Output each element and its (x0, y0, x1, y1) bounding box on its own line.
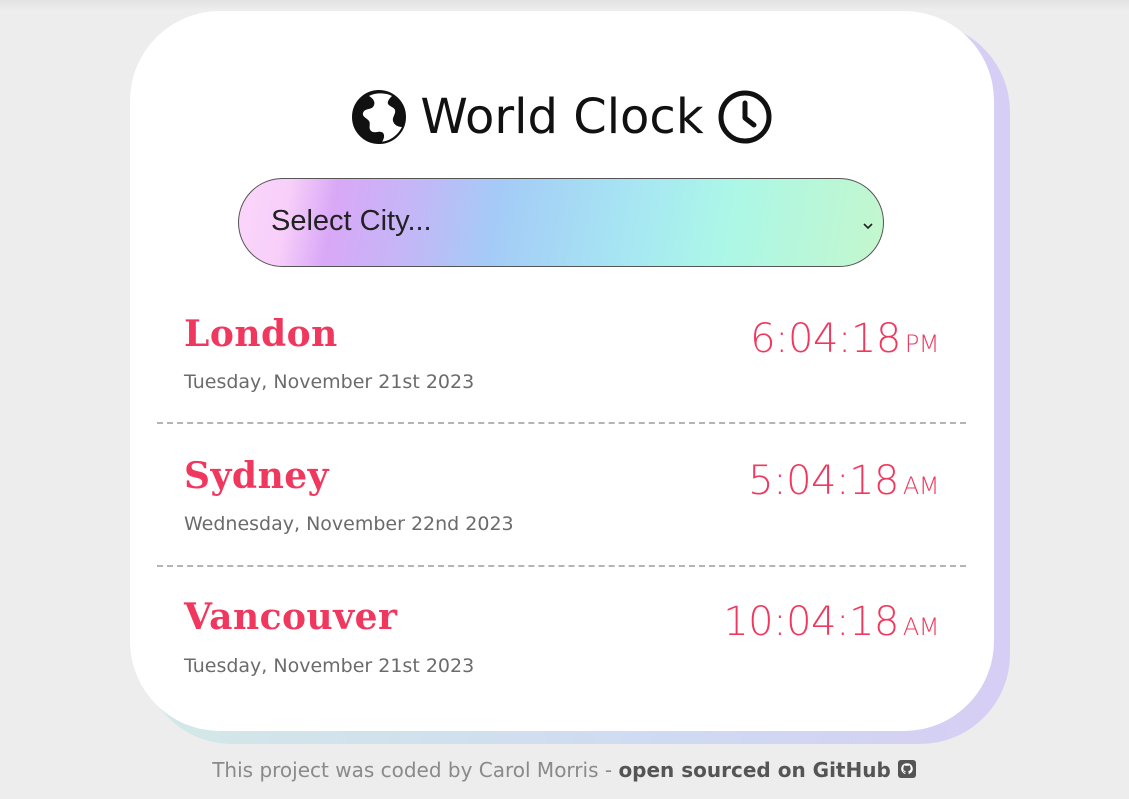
city-name: Vancouver (184, 596, 398, 638)
city-select-value: Select City... (271, 205, 432, 237)
time-ampm: AM (902, 472, 940, 500)
chevron-down-icon (863, 215, 873, 230)
city-time: 10:04:18 AM (723, 599, 939, 645)
browser-top-edge (0, 0, 1129, 10)
page-title: World Clock (130, 87, 994, 147)
city-row-sydney: Sydney Wednesday, November 22nd 2023 5:0… (157, 424, 966, 567)
clock-icon (718, 90, 772, 144)
footer-credit: This project was coded by Carol Morris - (212, 758, 619, 782)
city-time: 5:04:18 AM (748, 458, 939, 504)
city-row-london: London Tuesday, November 21st 2023 6:04:… (157, 281, 966, 424)
globe-icon (352, 90, 407, 144)
city-date: Tuesday, November 21st 2023 (184, 371, 475, 393)
time-ampm: AM (902, 613, 940, 641)
time-value: 5:04:18 (748, 458, 899, 504)
city-date: Tuesday, November 21st 2023 (184, 655, 475, 677)
footer: This project was coded by Carol Morris -… (0, 758, 1129, 784)
github-link[interactable]: open sourced on GitHub (618, 758, 890, 782)
github-icon[interactable] (897, 759, 917, 784)
city-select[interactable]: Select City... (238, 178, 884, 267)
page-title-text: World Clock (420, 89, 704, 145)
time-value: 10:04:18 (723, 599, 899, 645)
city-time: 6:04:18 PM (750, 316, 939, 362)
city-name: Sydney (184, 455, 330, 497)
city-date: Wednesday, November 22nd 2023 (184, 513, 514, 535)
world-clock-card: World Clock Select City... London Tuesda… (130, 11, 994, 731)
city-name: London (184, 313, 338, 355)
city-row-vancouver: Vancouver Tuesday, November 21st 2023 10… (157, 567, 966, 708)
time-ampm: PM (904, 330, 940, 358)
time-value: 6:04:18 (750, 316, 901, 362)
